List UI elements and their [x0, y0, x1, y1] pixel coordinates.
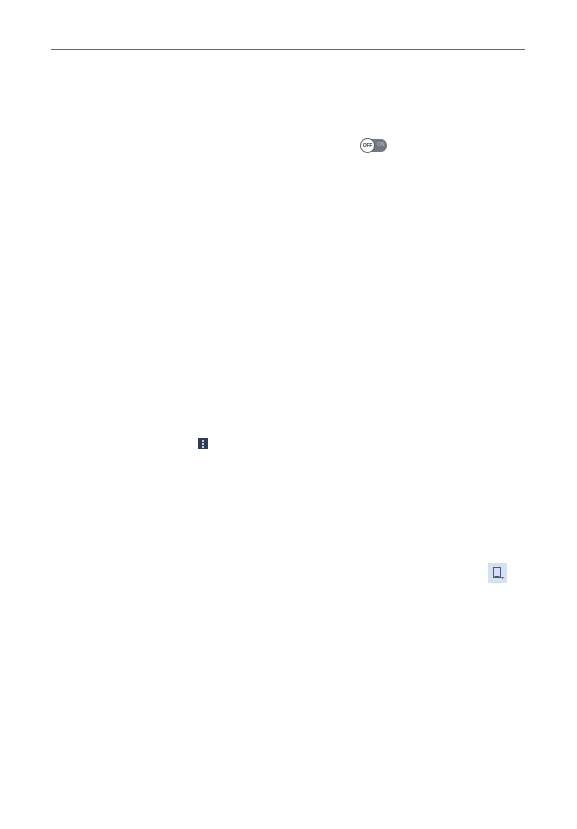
toggle-switch-off-icon: OFF ON [360, 138, 387, 153]
toggle-on-label: ON [377, 142, 385, 148]
menu-dot [202, 445, 204, 448]
menu-dot [202, 439, 204, 442]
menu-dot [202, 442, 204, 445]
mobile-device-glyph [493, 567, 504, 579]
header-rule [51, 49, 525, 50]
toggle-off-label: OFF [362, 142, 373, 149]
mobile-device-icon [488, 563, 507, 583]
overflow-menu-icon [198, 438, 208, 449]
toggle-knob: OFF [360, 138, 375, 153]
